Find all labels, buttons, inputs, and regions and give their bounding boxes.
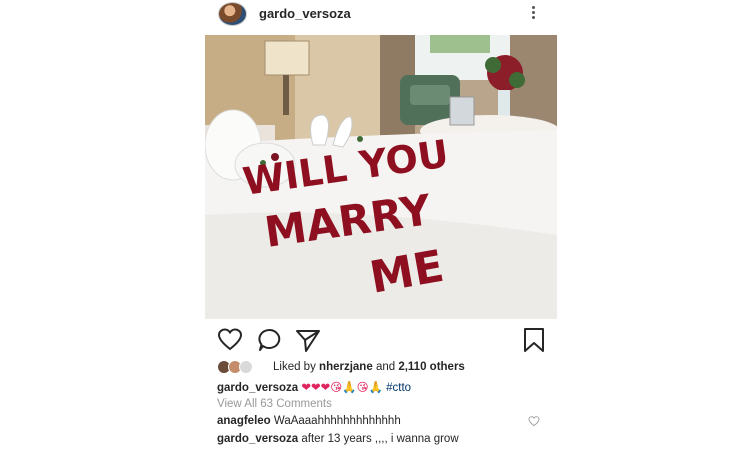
comment-username[interactable]: anagfeleo <box>217 415 271 427</box>
action-bar <box>203 327 557 353</box>
likes-others[interactable]: 2,110 others <box>398 361 464 373</box>
likes-prefix: Liked by <box>273 361 316 373</box>
liker-avatar <box>239 360 253 374</box>
comment: anagfeleo WaAaaahhhhhhhhhhhhh <box>217 415 401 427</box>
post-photo[interactable]: WILL YOU MARRY ME <box>205 35 557 319</box>
likes-text: Liked by nherzjane and 2,110 others <box>273 361 465 373</box>
like-heart-icon[interactable] <box>217 327 243 353</box>
comment-like-heart-icon[interactable] <box>528 416 540 427</box>
more-options-icon[interactable] <box>529 4 537 24</box>
post-header: gardo_versoza <box>203 0 557 32</box>
comment-bubble-icon[interactable] <box>257 327 283 353</box>
caption-hashtag[interactable]: #ctto <box>386 382 411 394</box>
likes-connector: and <box>375 361 396 373</box>
likes-summary[interactable]: Liked by nherzjane and 2,110 others <box>217 360 547 376</box>
bookmark-icon[interactable] <box>521 327 547 353</box>
comment: gardo_versoza after 13 years ,,,, i wann… <box>217 433 459 445</box>
post-caption: gardo_versoza ❤❤❤😘🙏😘🙏 #ctto <box>217 380 411 394</box>
liker-username[interactable]: nherzjane <box>319 361 373 373</box>
caption-emojis: ❤❤❤😘🙏😘🙏 <box>301 382 383 394</box>
post-username[interactable]: gardo_versoza <box>259 6 351 21</box>
share-send-icon[interactable] <box>295 327 321 353</box>
bedroom-proposal-image: WILL YOU MARRY ME <box>205 35 557 319</box>
caption-username[interactable]: gardo_versoza <box>217 382 298 394</box>
view-all-comments-link[interactable]: View All 63 Comments <box>217 398 332 410</box>
comment-username[interactable]: gardo_versoza <box>217 433 298 445</box>
avatar[interactable] <box>218 2 247 26</box>
instagram-post: gardo_versoza WILL YOU MARRY ME Liked by… <box>203 0 557 450</box>
comment-text: WaAaaahhhhhhhhhhhhh <box>273 415 401 427</box>
comment-text: after 13 years ,,,, i wanna grow <box>301 433 459 445</box>
